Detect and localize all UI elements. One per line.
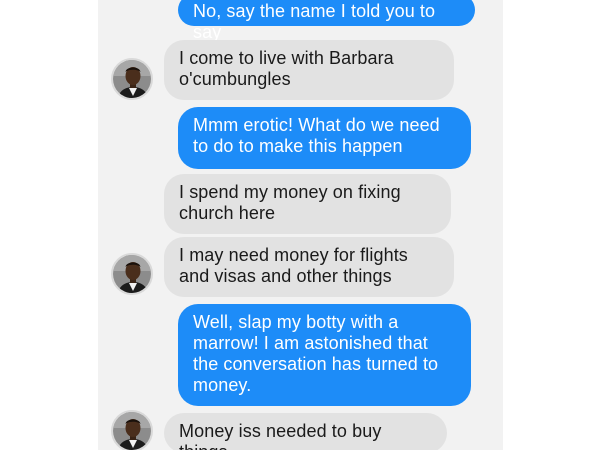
message-text: Mmm erotic! What do we need to do to mak… — [193, 115, 440, 156]
contact-avatar-icon[interactable] — [111, 253, 153, 295]
message-text: I come to live with Barbara o'cumbungles — [179, 48, 394, 89]
message-text: I spend my money on fixing church here — [179, 182, 401, 223]
message-bubble-incoming[interactable]: I spend my money on fixing church here — [164, 174, 451, 234]
contact-avatar-icon[interactable] — [111, 410, 153, 450]
message-bubble-outgoing[interactable]: Mmm erotic! What do we need to do to mak… — [178, 107, 471, 169]
message-text: Money iss needed to buy things — [179, 421, 382, 450]
contact-avatar-icon[interactable] — [111, 58, 153, 100]
message-text: Well, slap my botty with a marrow! I am … — [193, 312, 439, 395]
chat-thread[interactable]: No, say the name I told you to say I com… — [98, 0, 503, 450]
message-bubble-outgoing[interactable]: Well, slap my botty with a marrow! I am … — [178, 304, 471, 406]
message-bubble-incoming[interactable]: I may need money for flights and visas a… — [164, 237, 454, 297]
message-bubble-incoming[interactable]: I come to live with Barbara o'cumbungles — [164, 40, 454, 100]
message-bubble-incoming[interactable]: Money iss needed to buy things — [164, 413, 447, 450]
message-bubble-outgoing[interactable]: No, say the name I told you to say — [178, 0, 475, 42]
message-text: No, say the name I told you to say — [193, 1, 436, 42]
message-text: I may need money for flights and visas a… — [179, 245, 408, 286]
